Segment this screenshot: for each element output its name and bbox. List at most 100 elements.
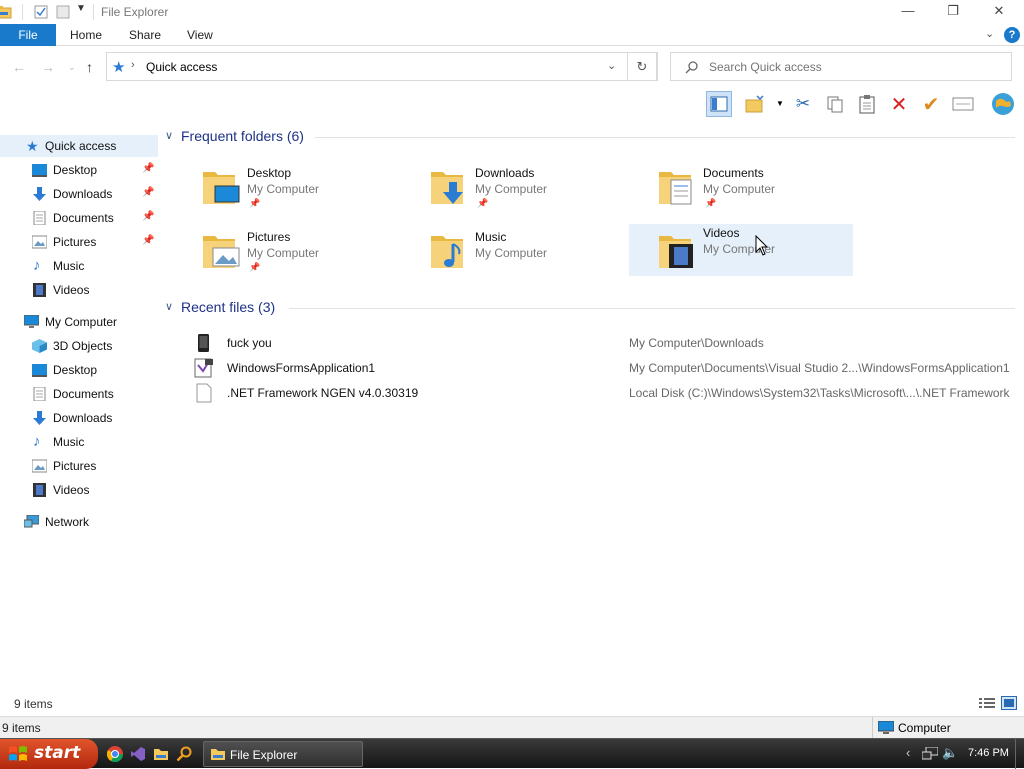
nav-quick-access[interactable]: ★ Quick access — [0, 135, 158, 157]
expand-ribbon-icon[interactable]: ⌄ — [985, 27, 994, 40]
visual-studio-icon[interactable] — [130, 746, 146, 762]
delete-icon: ✕ — [890, 93, 908, 116]
details-view-icon[interactable] — [979, 697, 995, 709]
cut-button[interactable]: ✂ — [790, 91, 816, 117]
recent-locations-icon[interactable]: ⌄ — [68, 62, 76, 73]
network-tray-icon[interactable] — [922, 747, 938, 761]
volume-icon[interactable]: 🔈 — [942, 745, 958, 761]
new-item-button[interactable] — [742, 91, 768, 117]
minimize-icon: — — [901, 3, 915, 18]
folder-tile-music[interactable]: Music My Computer — [429, 226, 653, 278]
pin-icon[interactable]: 📌 — [142, 211, 154, 222]
address-bar[interactable]: ★ › Quick access ⌄ — [106, 52, 658, 81]
address-dropdown-icon[interactable]: ⌄ — [607, 59, 616, 72]
properties-icon[interactable] — [33, 4, 49, 20]
nav-item-music[interactable]: ♪ Music — [0, 431, 158, 453]
tab-share[interactable]: Share — [129, 24, 161, 46]
taskbar-item-label: File Explorer — [230, 748, 298, 762]
globe-button[interactable] — [990, 91, 1016, 117]
search-box[interactable] — [670, 52, 1012, 81]
qat-dropdown-icon[interactable]: ▼ — [76, 3, 86, 14]
nav-label: My Computer — [45, 315, 118, 329]
delete-button[interactable]: ✕ — [886, 91, 912, 117]
new-item-dropdown-icon[interactable]: ▼ — [776, 99, 784, 108]
folder-tile-downloads[interactable]: Downloads My Computer 📌 — [429, 162, 653, 214]
breadcrumb-chevron-icon[interactable]: › — [131, 59, 135, 71]
collapse-chevron-icon[interactable]: ∨ — [165, 129, 173, 142]
tab-file[interactable]: File — [0, 24, 56, 46]
nav-item-downloads[interactable]: Downloads — [0, 407, 158, 429]
checkmark-icon: ✔ — [922, 93, 940, 116]
recent-file-row[interactable]: fuck you My Computer\Downloads — [193, 331, 1023, 355]
nav-item-pictures[interactable]: Pictures — [0, 455, 158, 477]
close-button[interactable]: ✕ — [976, 0, 1022, 24]
taskbar-item-file-explorer[interactable]: File Explorer — [203, 741, 363, 767]
nav-network[interactable]: Network — [0, 511, 158, 533]
pin-icon[interactable]: 📌 — [142, 187, 154, 198]
folder-tile-pictures[interactable]: Pictures My Computer 📌 — [201, 226, 425, 278]
file-path: Local Disk (C:)\Windows\System32\Tasks\M… — [629, 386, 1010, 400]
file-name: WindowsFormsApplication1 — [227, 361, 376, 375]
show-hidden-icons-icon[interactable]: ‹ — [906, 745, 910, 760]
tab-view[interactable]: View — [187, 24, 213, 46]
properties-button[interactable] — [950, 91, 976, 117]
back-icon[interactable]: ← — [12, 59, 26, 75]
phone-file-icon — [198, 334, 209, 352]
address-row: ← → ⌄ ↑ ★ › Quick access ⌄ ↻ — [0, 47, 1024, 87]
nav-item-desktop[interactable]: Desktop — [0, 359, 158, 381]
pin-icon[interactable]: 📌 — [142, 235, 154, 246]
nav-item-documents[interactable]: Documents 📌 — [0, 207, 158, 229]
nav-my-computer[interactable]: My Computer — [0, 311, 158, 333]
file-path: My Computer\Downloads — [629, 336, 764, 350]
nav-item-documents[interactable]: Documents — [0, 383, 158, 405]
folder-location: My Computer — [475, 182, 548, 196]
nav-item-downloads[interactable]: Downloads 📌 — [0, 183, 158, 205]
large-icons-view-icon[interactable] — [1001, 696, 1017, 710]
search-taskbar-icon[interactable] — [176, 746, 192, 762]
folder-tile-videos[interactable]: Videos My Computer — [629, 224, 853, 276]
restore-button[interactable]: ❐ — [930, 0, 976, 24]
start-button[interactable]: start — [0, 739, 98, 769]
windows-logo-icon — [9, 746, 27, 761]
folder-tile-documents[interactable]: Documents My Computer 📌 — [657, 162, 881, 214]
chrome-icon[interactable] — [107, 746, 123, 762]
nav-item-pictures[interactable]: Pictures 📌 — [0, 231, 158, 253]
nav-item-3d-objects[interactable]: 3D Objects — [0, 335, 158, 357]
folder-location: My Computer — [247, 182, 320, 196]
minimize-button[interactable]: — — [885, 0, 931, 24]
nav-item-videos[interactable]: Videos — [0, 279, 158, 301]
music-folder-icon — [431, 236, 463, 268]
recent-file-row[interactable]: .NET Framework NGEN v4.0.30319 Local Dis… — [193, 381, 1023, 405]
nav-item-desktop[interactable]: Desktop 📌 — [0, 159, 158, 181]
ribbon-tabs: File Home Share View ⌄ ? — [0, 24, 1024, 46]
search-input[interactable] — [709, 58, 999, 76]
clock[interactable]: 7:46 PM — [968, 747, 1009, 759]
show-desktop-button[interactable] — [1015, 739, 1024, 769]
nav-item-music[interactable]: ♪ Music — [0, 255, 158, 277]
nav-item-videos[interactable]: Videos — [0, 479, 158, 501]
folder-name: Pictures — [247, 230, 291, 244]
nav-label: Documents — [53, 387, 114, 401]
new-folder-icon[interactable] — [55, 4, 71, 20]
paste-button[interactable] — [854, 91, 880, 117]
collapse-chevron-icon[interactable]: ∨ — [165, 300, 173, 313]
preview-pane-button[interactable] — [706, 91, 732, 117]
nav-label: Downloads — [53, 187, 113, 201]
up-icon[interactable]: ↑ — [86, 59, 93, 75]
picture-icon — [32, 459, 47, 473]
film-icon — [33, 283, 46, 297]
tab-home[interactable]: Home — [70, 24, 102, 46]
recent-file-row[interactable]: WindowsFormsApplication1 My Computer\Doc… — [193, 356, 1023, 380]
recent-files-header[interactable]: ∨ Recent files (3) — [165, 299, 1015, 319]
forward-icon[interactable]: → — [41, 59, 55, 75]
rename-button[interactable]: ✔ — [918, 91, 944, 117]
frequent-folders-header[interactable]: ∨ Frequent folders (6) — [165, 128, 1015, 148]
help-icon[interactable]: ? — [1004, 27, 1020, 43]
refresh-button[interactable]: ↻ — [627, 52, 657, 81]
folder-tile-desktop[interactable]: Desktop My Computer 📌 — [201, 162, 425, 214]
copy-button[interactable] — [822, 91, 848, 117]
file-explorer-icon[interactable] — [153, 746, 169, 762]
download-arrow-icon — [33, 411, 46, 425]
pin-icon[interactable]: 📌 — [142, 163, 154, 174]
file-name: fuck you — [227, 336, 272, 350]
